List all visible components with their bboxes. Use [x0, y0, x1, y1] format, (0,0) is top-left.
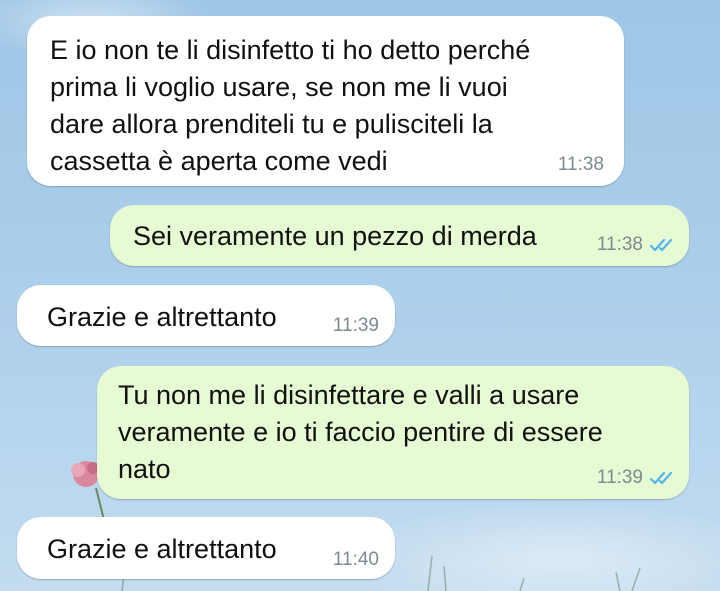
- message-text: Tu non me li disinfettare e valli a usar…: [118, 380, 603, 484]
- message-text: Grazie e altrettanto: [47, 302, 277, 332]
- message-timestamp: 11:38: [557, 154, 604, 175]
- message-bubble-outgoing[interactable]: Sei veramente un pezzo di merda 11:38: [110, 205, 689, 266]
- message-bubble-incoming[interactable]: Grazie e altrettanto 11:40: [17, 517, 395, 579]
- message-timestamp: 11:40: [332, 549, 379, 570]
- message-timestamp: 11:39: [596, 467, 643, 488]
- message-text: E io non te li disinfetto ti ho detto pe…: [50, 35, 531, 176]
- message-text: Grazie e altrettanto: [47, 534, 277, 564]
- message-bubble-incoming[interactable]: Grazie e altrettanto 11:39: [17, 285, 395, 346]
- message-meta: 11:39: [333, 315, 379, 337]
- message-meta: 11:38: [597, 234, 677, 256]
- message-meta: 11:39: [597, 467, 677, 489]
- message-bubble-incoming[interactable]: E io non te li disinfetto ti ho detto pe…: [27, 16, 624, 186]
- double-check-read-icon: [649, 471, 673, 485]
- message-meta: 11:38: [558, 154, 604, 176]
- message-meta: 11:40: [333, 549, 379, 571]
- message-text: Sei veramente un pezzo di merda: [133, 221, 537, 251]
- message-bubble-outgoing[interactable]: Tu non me li disinfettare e valli a usar…: [97, 366, 689, 499]
- message-timestamp: 11:39: [332, 315, 379, 336]
- double-check-read-icon: [649, 238, 673, 252]
- message-timestamp: 11:38: [596, 234, 643, 255]
